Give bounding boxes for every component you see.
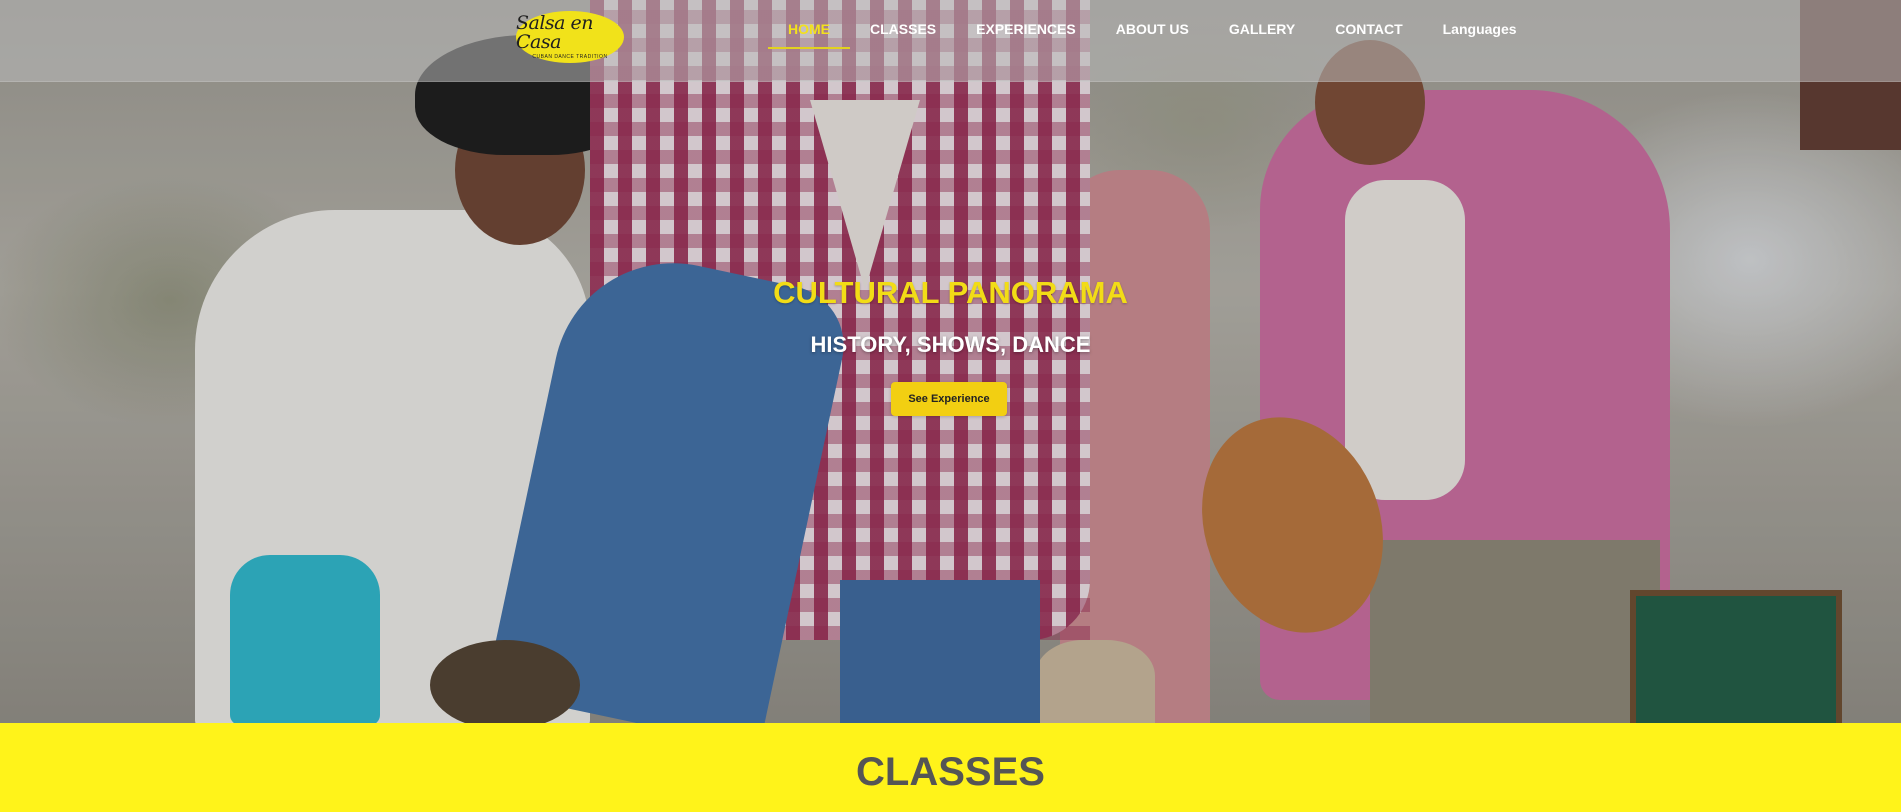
nav-item-experiences[interactable]: EXPERIENCES bbox=[956, 0, 1096, 71]
site-logo[interactable]: Salsa en Casa CUBAN DANCE TRADITION bbox=[516, 11, 624, 63]
nav-item-classes[interactable]: CLASSES bbox=[850, 0, 956, 71]
see-experience-button[interactable]: See Experience bbox=[891, 382, 1007, 416]
logo-script-text: Salsa en Casa bbox=[516, 12, 594, 53]
logo-tagline: CUBAN DANCE TRADITION bbox=[532, 54, 608, 60]
hero-title: CULTURAL PANORAMA bbox=[773, 275, 1128, 310]
nav-item-contact[interactable]: CONTACT bbox=[1315, 0, 1422, 71]
hero-overlay bbox=[0, 0, 1901, 723]
nav-item-gallery[interactable]: GALLERY bbox=[1209, 0, 1315, 71]
nav-item-about-us[interactable]: ABOUT US bbox=[1096, 0, 1209, 71]
hero-subtitle: HISTORY, SHOWS, DANCE bbox=[810, 332, 1091, 357]
main-nav: HOME CLASSES EXPERIENCES ABOUT US GALLER… bbox=[768, 0, 1537, 81]
site-header: Salsa en Casa CUBAN DANCE TRADITION HOME… bbox=[0, 0, 1901, 82]
section-title: CLASSES bbox=[856, 750, 1045, 794]
nav-item-languages[interactable]: Languages bbox=[1423, 0, 1537, 71]
nav-item-home[interactable]: HOME bbox=[768, 0, 850, 71]
hero-background-photo bbox=[0, 0, 1901, 723]
